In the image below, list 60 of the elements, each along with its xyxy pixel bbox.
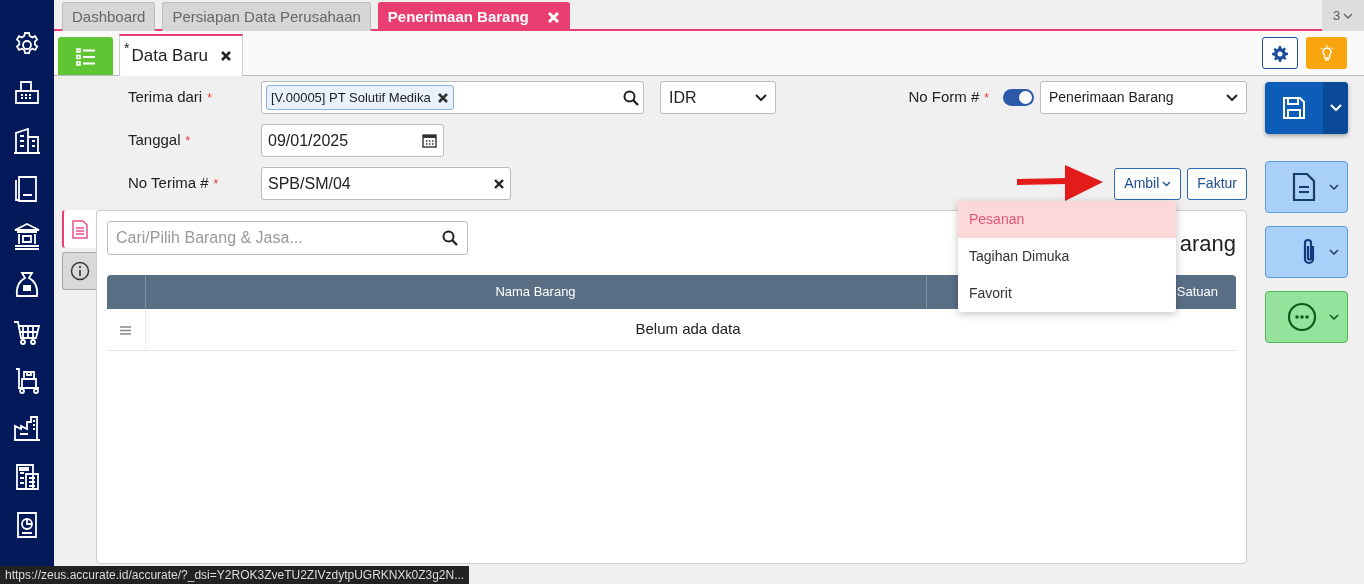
search-field[interactable]: Cari/Pilih Barang & Jasa... xyxy=(107,221,468,255)
status-url: https://zeus.accurate.id/accurate/?_dsi=Y2ROK3ZveTU2ZIVzdytpUGRKNXk0Z3g2N... xyxy=(0,566,470,584)
save-button[interactable] xyxy=(1265,82,1348,134)
selected-tag: [V.00005] PT Solutif Medika xyxy=(266,85,454,110)
document-icon xyxy=(71,219,89,239)
lightbulb-icon xyxy=(1319,44,1334,63)
remove-icon xyxy=(436,91,449,104)
menu-item[interactable]: Tagihan Dimuka xyxy=(958,238,1176,275)
column-header: Nama Barang xyxy=(145,275,926,309)
document-tab[interactable]: *Data Baru xyxy=(119,34,243,76)
vendor-field[interactable]: [V.00005] PT Solutif Medika xyxy=(261,81,644,114)
save-icon xyxy=(1281,95,1307,121)
form-select[interactable]: Penerimaan Barang xyxy=(1040,81,1247,114)
clear-icon xyxy=(494,178,504,189)
caret-icon xyxy=(1226,94,1238,101)
close-icon xyxy=(546,10,560,24)
search-icon xyxy=(442,230,458,246)
bank-icon xyxy=(12,222,42,252)
cart-icon xyxy=(12,318,42,348)
calendar-icon xyxy=(422,133,437,148)
tab-overflow-button[interactable]: 3 xyxy=(1322,0,1364,31)
field-label: Terima dari * xyxy=(128,87,213,108)
settings-icon xyxy=(1272,45,1288,62)
paperclip-icon xyxy=(1301,237,1317,267)
attachment-button[interactable] xyxy=(1265,226,1348,278)
number-field[interactable]: SPB/SM/04 xyxy=(261,167,511,200)
field-label: Tanggal * xyxy=(128,130,192,151)
more-button[interactable] xyxy=(1265,291,1348,343)
info-icon xyxy=(69,261,90,281)
side-tab[interactable] xyxy=(62,210,96,248)
tab[interactable]: Penerimaan Barang xyxy=(377,2,570,31)
document-icon xyxy=(1291,172,1317,202)
toggle-switch[interactable] xyxy=(1003,89,1034,106)
tab[interactable]: Dashboard xyxy=(62,2,156,31)
drag-handle-icon xyxy=(120,325,132,335)
caret-icon xyxy=(1329,184,1339,190)
caret-icon xyxy=(1162,180,1172,187)
factory-icon xyxy=(12,414,42,444)
more-icon xyxy=(1287,302,1317,332)
empty-message: Belum ada data xyxy=(635,320,741,337)
document-button[interactable] xyxy=(1265,161,1348,213)
date-field[interactable]: 09/01/2025 xyxy=(261,124,444,157)
panel-title: arang xyxy=(1179,230,1236,258)
building-icon xyxy=(12,126,42,156)
caret-icon xyxy=(755,94,767,101)
settings-button[interactable] xyxy=(1262,37,1298,69)
currency-select[interactable]: IDR xyxy=(660,81,776,114)
side-tab[interactable] xyxy=(62,252,96,290)
search-icon xyxy=(623,89,639,106)
caret-icon xyxy=(1329,249,1339,255)
caret-icon xyxy=(1343,12,1354,19)
close-icon xyxy=(220,50,232,62)
field-label: No Form # * xyxy=(908,87,989,108)
field-label: No Terima # * xyxy=(128,173,220,194)
tab[interactable]: Persiapan Data Perusahaan xyxy=(162,2,371,31)
action-button[interactable]: Faktur xyxy=(1187,167,1247,200)
dropdown-button[interactable]: Ambil xyxy=(1114,167,1182,200)
list-icon xyxy=(75,47,96,66)
caret-icon xyxy=(1329,104,1342,112)
caret-icon xyxy=(1329,314,1339,320)
